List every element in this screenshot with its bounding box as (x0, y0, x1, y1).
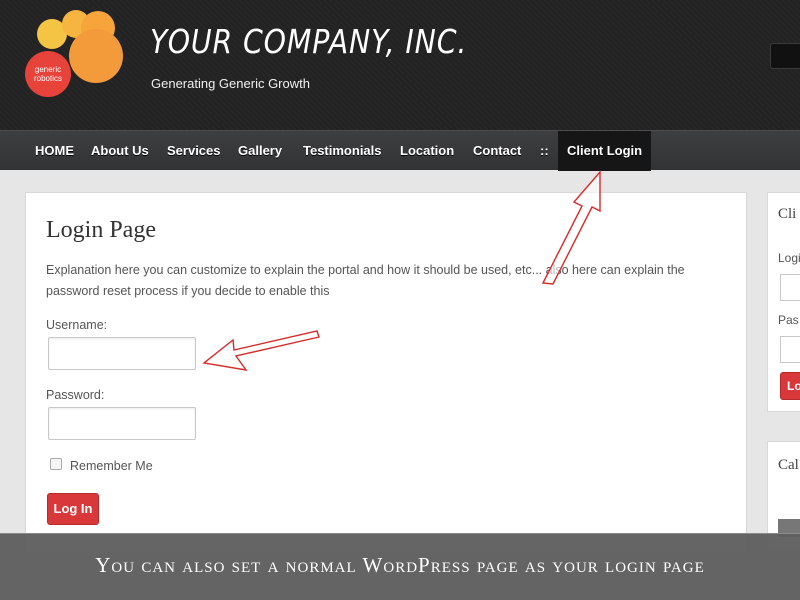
nav-item-services[interactable]: Services (167, 131, 221, 171)
company-logo[interactable]: generic robotics (22, 6, 126, 102)
username-input[interactable] (48, 337, 196, 370)
logo-text-line1: generic (35, 65, 61, 74)
sidebar-calendar-heading: Cal (778, 457, 799, 473)
sidebar-username-input[interactable] (780, 274, 800, 301)
remember-me-label[interactable]: Remember Me (70, 459, 153, 473)
nav-item-about-us[interactable]: About Us (91, 131, 149, 171)
nav-separator: :: (540, 143, 549, 158)
page-title: Login Page (46, 217, 156, 243)
sidebar-widget-heading: Cli (778, 206, 797, 222)
company-name[interactable]: YOUR COMPANY, INC. (150, 22, 467, 61)
nav-item-contact[interactable]: Contact (473, 131, 521, 171)
sidebar-login-label: Logi (778, 251, 800, 265)
main-nav: HOME About Us Services Gallery Testimoni… (0, 130, 800, 171)
password-input[interactable] (48, 407, 196, 440)
remember-me-checkbox[interactable] (50, 458, 62, 470)
header-search-input[interactable] (770, 43, 800, 69)
nav-item-client-login[interactable]: Client Login (558, 131, 652, 171)
nav-item-location[interactable]: Location (400, 131, 454, 171)
tagline: Generating Generic Growth (151, 76, 310, 91)
password-label: Password: (46, 388, 105, 402)
logo-text-line2: robotics (34, 74, 62, 83)
main-content-panel (25, 192, 747, 552)
nav-item-testimonials[interactable]: Testimonials (303, 131, 382, 171)
username-label: Username: (46, 318, 108, 332)
sidebar-password-input[interactable] (780, 336, 800, 363)
sidebar-password-label: Pas (778, 313, 799, 327)
nav-item-gallery[interactable]: Gallery (238, 131, 282, 171)
nav-item-home[interactable]: HOME (35, 131, 74, 171)
login-explanation: Explanation here you can customize to ex… (46, 263, 685, 298)
site-header: generic robotics YOUR COMPANY, INC. Gene… (0, 0, 800, 130)
caption-text: You can also set a normal WordPress page… (95, 553, 705, 577)
sidebar-login-button[interactable]: Lo (780, 372, 800, 400)
login-button[interactable]: Log In (47, 493, 99, 525)
